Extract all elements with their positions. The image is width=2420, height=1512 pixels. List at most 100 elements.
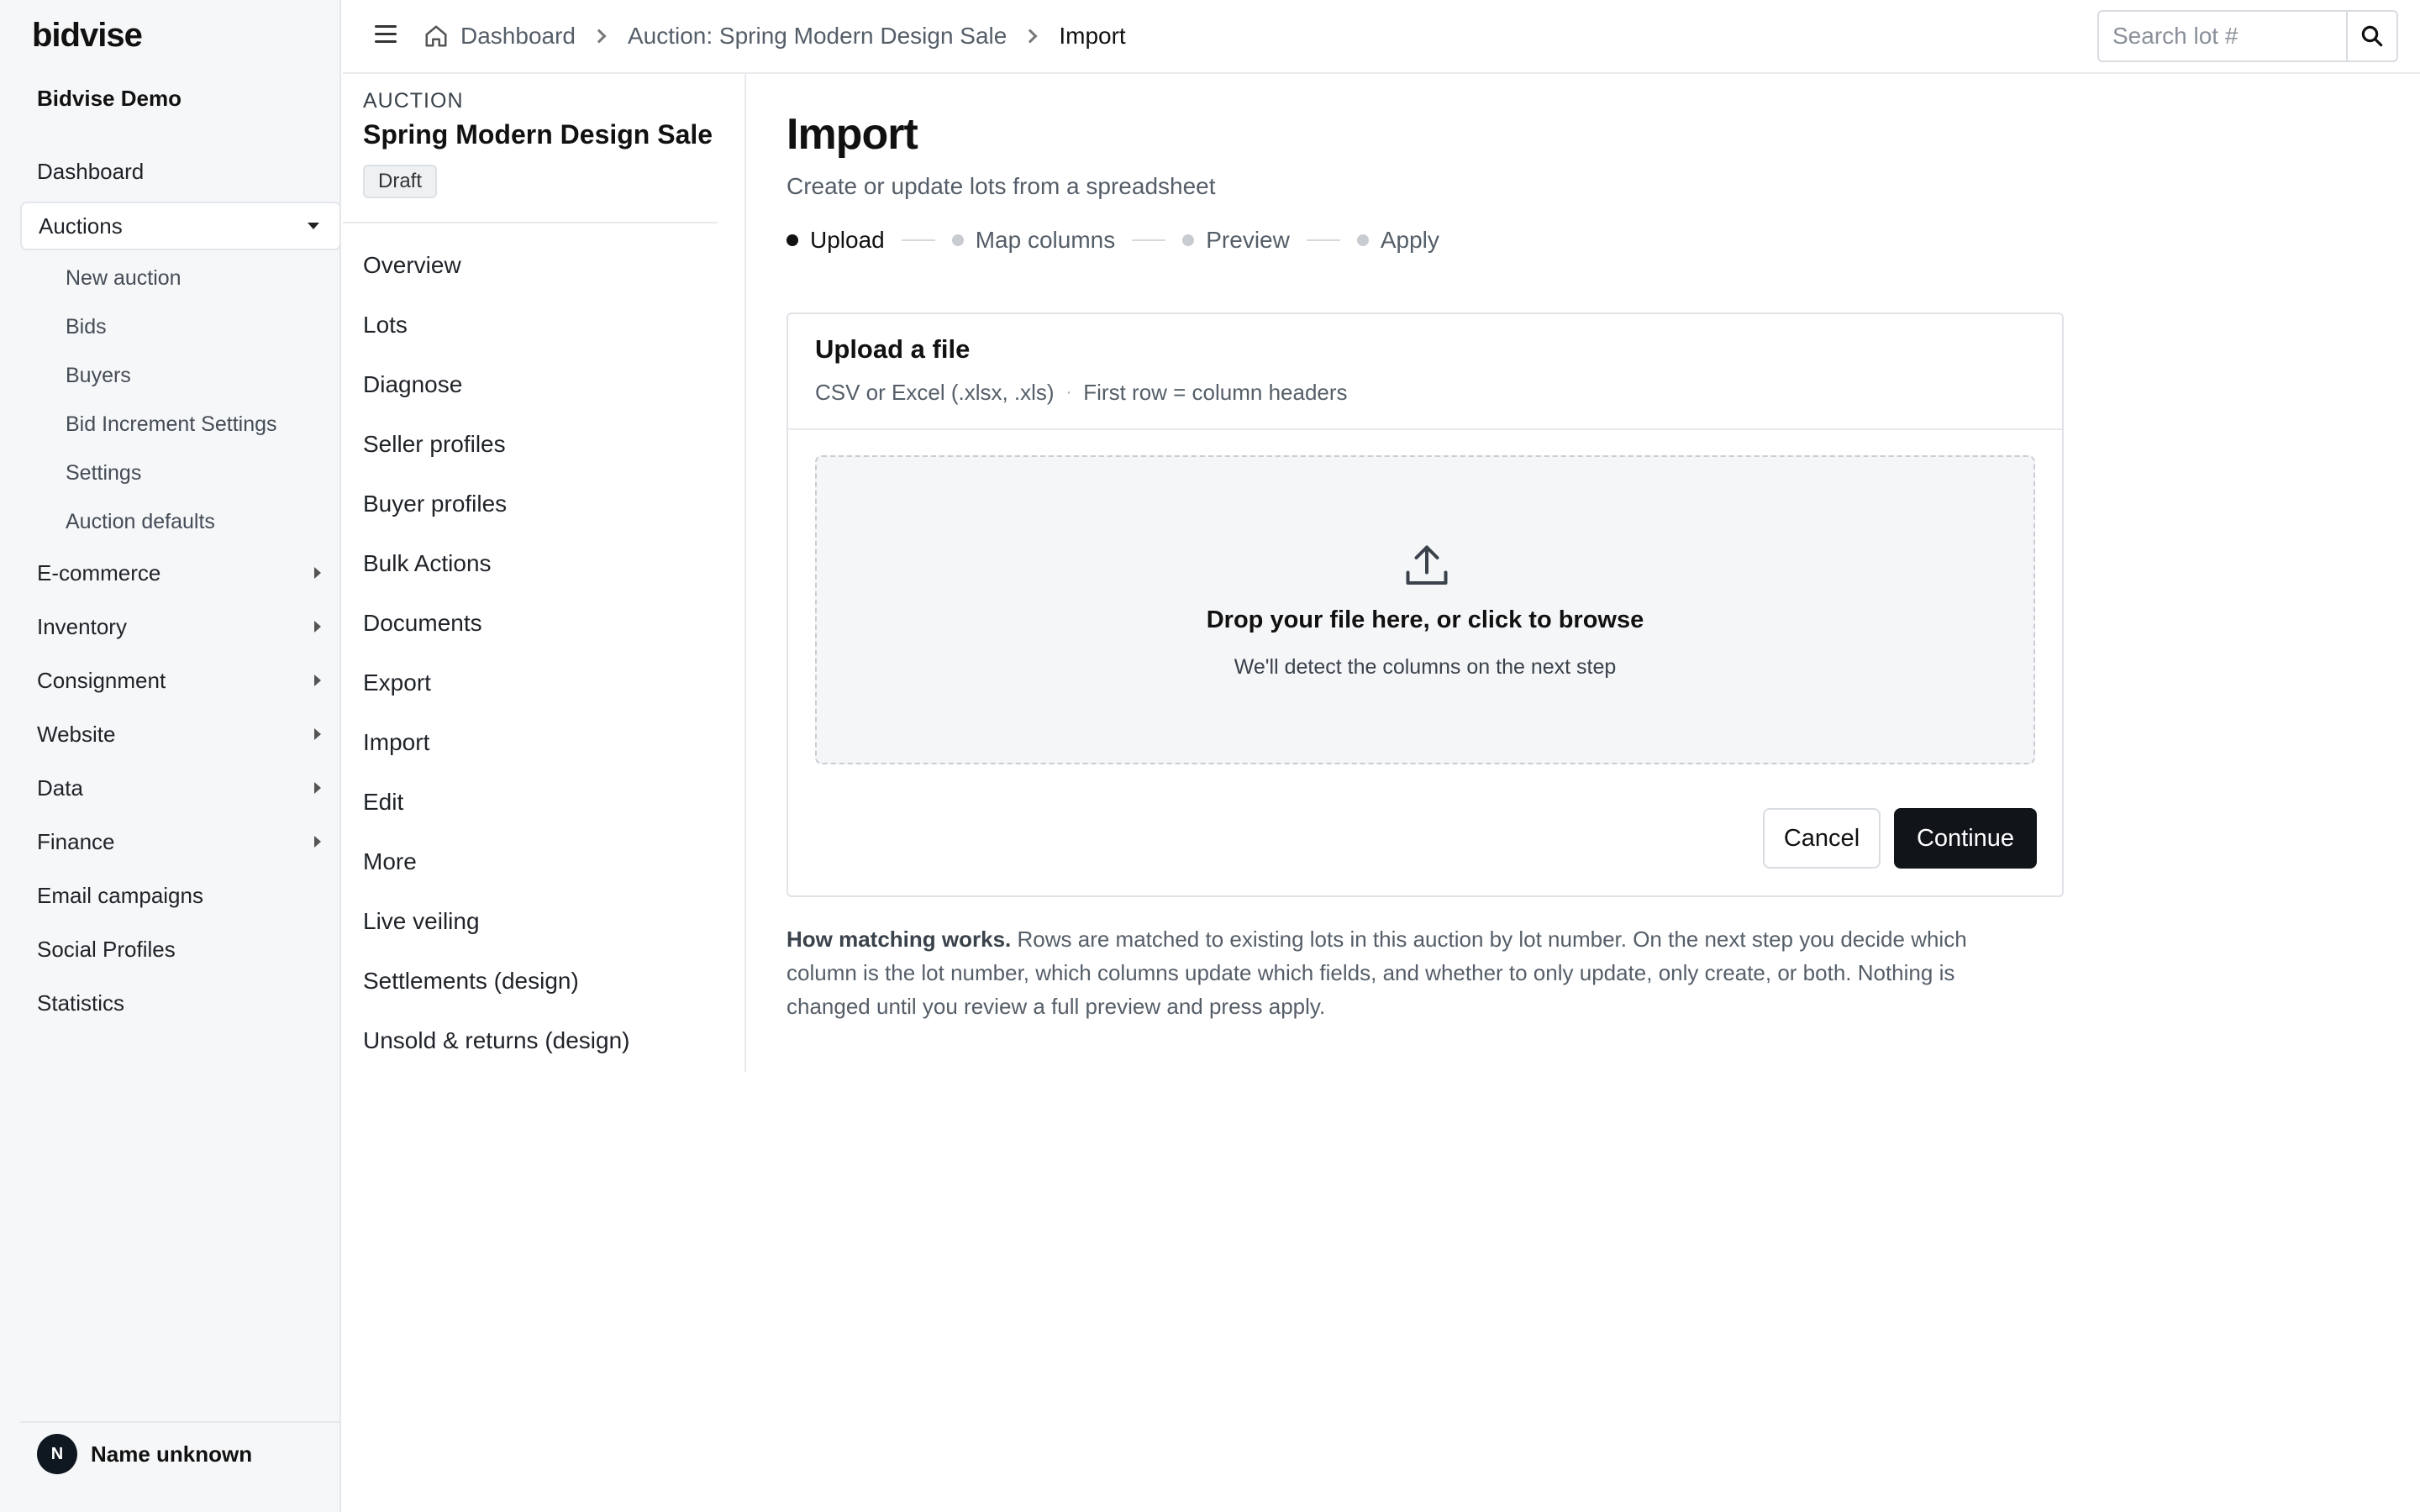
caret-right-icon — [314, 675, 321, 686]
avatar: N — [37, 1434, 77, 1474]
step-connector — [901, 239, 935, 241]
help-title: How matching works. — [786, 927, 1012, 952]
sidebar-subitem-bids[interactable]: Bids — [20, 302, 341, 351]
sidebar-item-dashboard[interactable]: Dashboard — [20, 144, 341, 198]
step-upload: Upload — [786, 227, 885, 254]
file-dropzone[interactable]: Drop your file here, or click to browse … — [815, 455, 2035, 764]
breadcrumb-auction[interactable]: Auction: Spring Modern Design Sale — [628, 23, 1007, 50]
step-connector — [1306, 239, 1340, 241]
sidebar-item-social-profiles[interactable]: Social Profiles — [20, 922, 341, 976]
sidebar-item-label: Statistics — [37, 990, 125, 1016]
sidebar-item-label: Finance — [37, 828, 115, 854]
search-icon — [2361, 25, 2383, 47]
auction-subnav: AUCTION Spring Modern Design Sale Draft … — [343, 74, 746, 1072]
sidebar-subitem-new-auction[interactable]: New auction — [20, 254, 341, 302]
step-map-columns: Map columns — [951, 227, 1116, 254]
caret-right-icon — [314, 782, 321, 794]
menu-icon[interactable] — [375, 25, 397, 45]
step-label: Upload — [810, 227, 885, 253]
accepted-formats: CSV or Excel (.xlsx, .xls) — [815, 380, 1055, 405]
sidebar-item-label: Website — [37, 721, 116, 747]
breadcrumb-dashboard[interactable]: Dashboard — [460, 23, 576, 50]
meta-separator: · — [1065, 383, 1072, 402]
sidebar-item-statistics[interactable]: Statistics — [20, 976, 341, 1030]
divider — [343, 222, 718, 223]
auction-menu-documents[interactable]: Documents — [363, 593, 629, 653]
sidebar-item-finance[interactable]: Finance — [20, 815, 341, 869]
user-menu[interactable]: N Name unknown — [20, 1421, 341, 1485]
caret-right-icon — [314, 836, 321, 848]
topbar: Dashboard Auction: Spring Modern Design … — [343, 0, 2420, 74]
continue-button[interactable]: Continue — [1894, 808, 2037, 869]
auction-menu-import[interactable]: Import — [363, 712, 629, 772]
sidebar-subitem-auction-defaults[interactable]: Auction defaults — [20, 497, 341, 546]
sidebar-item-consignment[interactable]: Consignment — [20, 654, 341, 707]
sidebar-item-label: Data — [37, 774, 83, 801]
auction-menu-seller-profiles[interactable]: Seller profiles — [363, 414, 629, 474]
upload-card: Upload a file CSV or Excel (.xlsx, .xls)… — [786, 312, 2064, 897]
sidebar-subitem-bid-increment-settings[interactable]: Bid Increment Settings — [20, 400, 341, 449]
sidebar-item-website[interactable]: Website — [20, 707, 341, 761]
dropzone-subtitle: We'll detect the columns on the next ste… — [1234, 655, 1617, 679]
auction-menu-edit[interactable]: Edit — [363, 772, 629, 832]
sidebar-item-e-commerce[interactable]: E-commerce — [20, 546, 341, 600]
status-badge: Draft — [363, 165, 438, 198]
sidebar-item-label: Consignment — [37, 667, 166, 693]
step-label: Apply — [1380, 227, 1439, 253]
sidebar-item-inventory[interactable]: Inventory — [20, 600, 341, 654]
card-meta: CSV or Excel (.xlsx, .xls) · First row =… — [815, 380, 1348, 406]
auction-menu-buyer-profiles[interactable]: Buyer profiles — [363, 474, 629, 533]
chevron-right-icon — [592, 29, 607, 44]
search-button[interactable] — [2346, 10, 2398, 62]
caret-right-icon — [314, 621, 321, 633]
main-nav: Dashboard Auctions New auction Bids Buye… — [20, 144, 341, 1030]
org-name: Bidvise Demo — [37, 86, 182, 111]
auction-menu-live-veiling[interactable]: Live veiling — [363, 891, 629, 951]
caret-right-icon — [314, 728, 321, 740]
auction-title: Spring Modern Design Sale — [363, 119, 713, 150]
sidebar-item-data[interactable]: Data — [20, 761, 341, 815]
sidebar-item-label: E-commerce — [37, 559, 161, 585]
user-name: Name unknown — [91, 1441, 253, 1467]
app: bidvise Bidvise Demo Dashboard Auctions … — [0, 0, 2420, 1512]
header-row-note: First row = column headers — [1083, 380, 1348, 405]
card-title: Upload a file — [815, 334, 971, 364]
step-dot-icon — [786, 234, 798, 246]
import-stepper: Upload Map columns Preview Apply — [786, 227, 1439, 254]
step-dot-icon — [951, 234, 964, 246]
sidebar-item-label: Social Profiles — [37, 936, 176, 962]
sidebar-item-email-campaigns[interactable]: Email campaigns — [20, 869, 341, 922]
sidebar-item-label: Email campaigns — [37, 882, 203, 908]
auction-menu-bulk-actions[interactable]: Bulk Actions — [363, 533, 629, 593]
auction-menu-diagnose[interactable]: Diagnose — [363, 354, 629, 414]
auction-menu-settlements[interactable]: Settlements (design) — [363, 951, 629, 1011]
help-text: How matching works. Rows are matched to … — [786, 922, 2013, 1023]
sidebar-item-auctions[interactable]: Auctions — [20, 202, 341, 250]
step-label: Map columns — [975, 227, 1116, 253]
step-dot-icon — [1356, 234, 1369, 246]
auction-menu-more[interactable]: More — [363, 832, 629, 891]
step-label: Preview — [1206, 227, 1290, 253]
dropzone-title: Drop your file here, or click to browse — [1206, 606, 1644, 633]
brand-logo[interactable]: bidvise — [32, 17, 143, 55]
auction-menu: Overview Lots Diagnose Seller profiles B… — [363, 235, 629, 1070]
sidebar-item-label: Inventory — [37, 613, 127, 639]
auction-menu-unsold-returns[interactable]: Unsold & returns (design) — [363, 1011, 629, 1070]
auction-menu-lots[interactable]: Lots — [363, 295, 629, 354]
sidebar-subitem-settings[interactable]: Settings — [20, 449, 341, 497]
step-preview: Preview — [1182, 227, 1290, 254]
sidebar-subitem-buyers[interactable]: Buyers — [20, 351, 341, 400]
sidebar-item-label: Auctions — [39, 213, 123, 239]
caret-right-icon — [314, 567, 321, 579]
upload-icon — [1406, 545, 1448, 585]
page-title: Import — [786, 110, 918, 159]
step-dot-icon — [1182, 234, 1195, 246]
home-icon[interactable] — [424, 24, 449, 49]
cancel-button[interactable]: Cancel — [1763, 808, 1881, 869]
caret-down-icon — [308, 223, 319, 229]
search-lot-input[interactable] — [2097, 10, 2348, 62]
auction-menu-export[interactable]: Export — [363, 653, 629, 712]
auction-menu-overview[interactable]: Overview — [363, 235, 629, 295]
sidebar-item-label: Dashboard — [37, 158, 145, 184]
breadcrumb: Dashboard Auction: Spring Modern Design … — [424, 0, 1126, 72]
